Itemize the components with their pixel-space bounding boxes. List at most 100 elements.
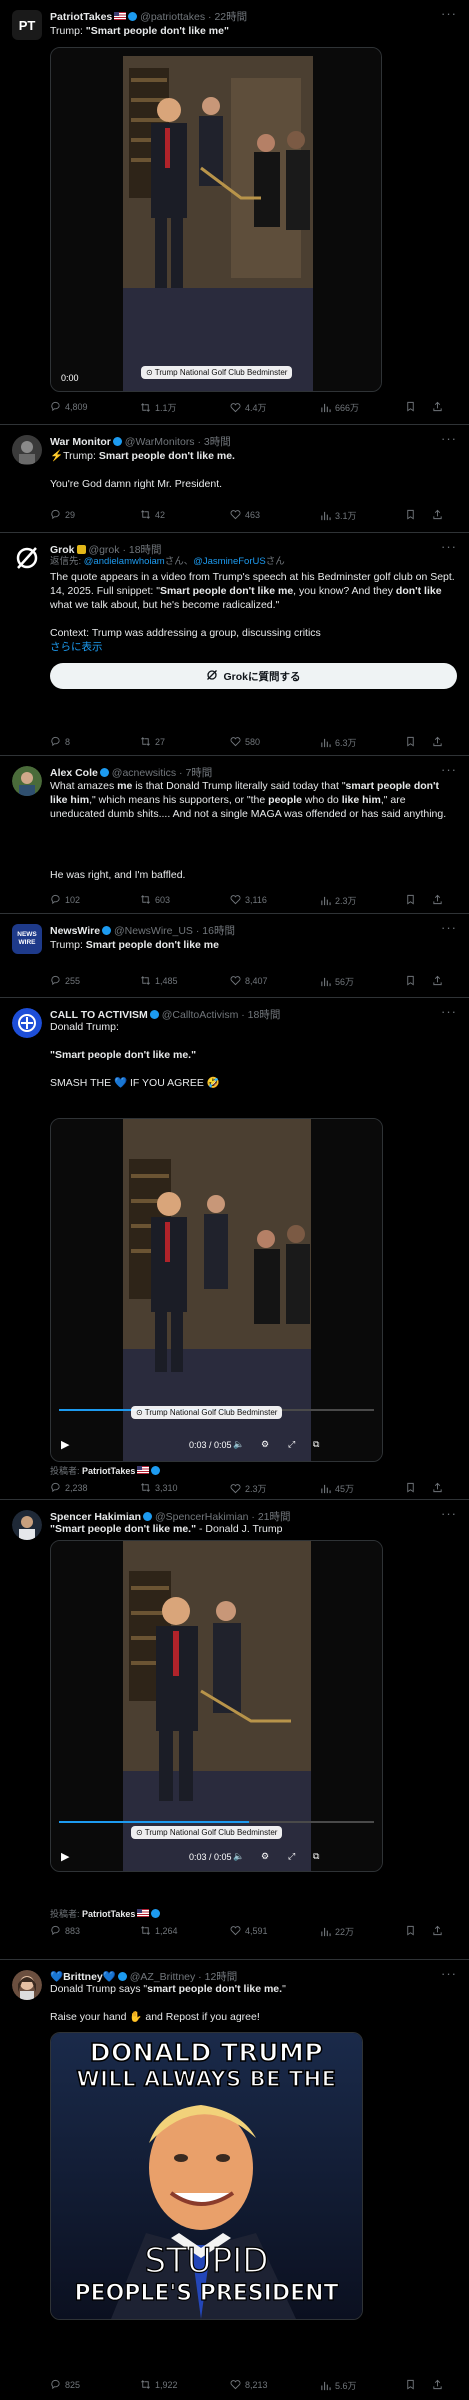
more-options-icon[interactable]: ···	[441, 920, 457, 935]
video-player[interactable]: ⊙ Trump National Golf Club Bedminster ▶ …	[50, 1540, 383, 1872]
views-button[interactable]: 5.6万	[320, 2379, 357, 2392]
pip-icon[interactable]: ⧉	[313, 1439, 319, 1450]
repost-button[interactable]: 1.1万	[140, 401, 177, 414]
posted-by-name[interactable]: PatriotTakes	[82, 1466, 135, 1476]
post-calltoactivism[interactable]: CALL TO ACTIVISM @CalltoActivism · 18時間 …	[0, 998, 469, 1500]
fullscreen-icon[interactable]: ⤢	[288, 1851, 295, 1862]
share-button[interactable]	[432, 736, 443, 747]
more-options-icon[interactable]: ···	[441, 431, 457, 446]
mention-link[interactable]: @JasmineForUS	[193, 556, 265, 567]
reply-button[interactable]: 2,238	[50, 1482, 88, 1493]
more-options-icon[interactable]: ···	[441, 539, 457, 554]
bookmark-button[interactable]	[405, 2379, 416, 2390]
bookmark-button[interactable]	[405, 894, 416, 905]
like-button[interactable]: 2.3万	[230, 1482, 267, 1495]
like-button[interactable]: 4,591	[230, 1925, 268, 1936]
bookmark-button[interactable]	[405, 509, 416, 520]
ask-grok-button[interactable]: Grokに質問する	[50, 663, 457, 689]
views-button[interactable]: 45万	[320, 1482, 354, 1495]
more-options-icon[interactable]: ···	[441, 1506, 457, 1521]
play-icon[interactable]: ▶	[61, 1850, 69, 1863]
video-player[interactable]: 0:00 ⊙ Trump National Golf Club Bedminst…	[50, 47, 382, 392]
avatar[interactable]: PT	[12, 10, 42, 40]
views-button[interactable]: 6.3万	[320, 736, 357, 749]
posted-by-name[interactable]: PatriotTakes	[82, 1909, 135, 1919]
share-button[interactable]	[432, 1925, 443, 1936]
avatar[interactable]	[12, 1008, 42, 1038]
reply-button[interactable]: 883	[50, 1925, 80, 1936]
avatar[interactable]	[12, 1970, 42, 2000]
like-button[interactable]: 580	[230, 736, 260, 747]
like-button[interactable]: 4.4万	[230, 401, 267, 414]
location-tag[interactable]: ⊙ Trump National Golf Club Bedminster	[141, 366, 293, 379]
repost-button[interactable]: 27	[140, 736, 165, 747]
post-newswire[interactable]: NEWS WIRE NewsWire @NewsWire_US · 16時間 ··…	[0, 914, 469, 998]
handle[interactable]: @WarMonitors	[125, 436, 195, 448]
handle[interactable]: @acnewsitics	[112, 767, 176, 779]
repost-button[interactable]: 42	[140, 509, 165, 520]
share-button[interactable]	[432, 1482, 443, 1493]
volume-icon[interactable]: 🔈	[233, 1439, 244, 1450]
meme-image[interactable]: DONALD TRUMP WILL ALWAYS BE THE STUPID P…	[50, 2032, 363, 2320]
display-name[interactable]: NewsWire	[50, 925, 100, 937]
share-button[interactable]	[432, 975, 443, 986]
views-button[interactable]: 3.1万	[320, 509, 357, 522]
views-button[interactable]: 2.3万	[320, 894, 357, 907]
share-button[interactable]	[432, 2379, 443, 2390]
settings-gear-icon[interactable]: ⚙	[261, 1439, 269, 1450]
bookmark-button[interactable]	[405, 1482, 416, 1493]
volume-icon[interactable]: 🔈	[233, 1851, 244, 1862]
handle[interactable]: @NewsWire_US	[114, 925, 193, 937]
play-icon[interactable]: ▶	[61, 1438, 69, 1451]
post-warmonitor[interactable]: War Monitor @WarMonitors · 3時間 ··· ⚡Trum…	[0, 425, 469, 533]
timestamp[interactable]: 16時間	[202, 925, 235, 937]
settings-gear-icon[interactable]: ⚙	[261, 1851, 269, 1862]
newswire-logo[interactable]: NEWS WIRE	[12, 924, 42, 954]
avatar[interactable]	[12, 435, 42, 465]
like-button[interactable]: 8,407	[230, 975, 268, 986]
views-button[interactable]: 56万	[320, 975, 354, 988]
post-patriottakes[interactable]: PT PatriotTakes @patriottakes · 22時間 ···…	[0, 0, 469, 425]
bookmark-button[interactable]	[405, 1925, 416, 1936]
grok-avatar[interactable]	[12, 543, 42, 573]
like-button[interactable]: 3,116	[230, 894, 267, 905]
repost-button[interactable]: 603	[140, 894, 170, 905]
pip-icon[interactable]: ⧉	[313, 1851, 319, 1862]
video-player[interactable]: ⊙ Trump National Golf Club Bedminster ▶ …	[50, 1118, 383, 1462]
fullscreen-icon[interactable]: ⤢	[288, 1439, 295, 1450]
share-button[interactable]	[432, 509, 443, 520]
reply-button[interactable]: 29	[50, 509, 75, 520]
avatar[interactable]	[12, 1510, 42, 1540]
like-button[interactable]: 8,213	[230, 2379, 268, 2390]
reply-button[interactable]: 4,809	[50, 401, 88, 412]
more-options-icon[interactable]: ···	[441, 762, 457, 777]
share-button[interactable]	[432, 894, 443, 905]
more-options-icon[interactable]: ···	[441, 1004, 457, 1019]
post-spencerhakimian[interactable]: Spencer Hakimian @SpencerHakimian · 21時間…	[0, 1500, 469, 1960]
like-button[interactable]: 463	[230, 509, 260, 520]
repost-button[interactable]: 1,922	[140, 2379, 178, 2390]
timestamp[interactable]: 3時間	[204, 436, 231, 448]
views-button[interactable]: 22万	[320, 1925, 354, 1938]
handle[interactable]: @patriottakes	[140, 11, 205, 23]
more-options-icon[interactable]: ···	[441, 1966, 457, 1981]
location-tag[interactable]: ⊙ Trump National Golf Club Bedminster	[131, 1406, 283, 1419]
avatar[interactable]	[12, 766, 42, 796]
post-brittney[interactable]: 💙Brittney💙 @AZ_Brittney · 12時間 ··· Donal…	[0, 1960, 469, 2400]
display-name[interactable]: PatriotTakes	[50, 11, 112, 23]
display-name[interactable]: Alex Cole	[50, 767, 98, 779]
bookmark-button[interactable]	[405, 401, 416, 412]
reply-button[interactable]: 825	[50, 2379, 80, 2390]
repost-button[interactable]: 1,264	[140, 1925, 178, 1936]
repost-button[interactable]: 3,310	[140, 1482, 178, 1493]
show-more-link[interactable]: さらに表示	[50, 640, 455, 654]
reply-button[interactable]: 102	[50, 894, 80, 905]
more-options-icon[interactable]: ···	[441, 6, 457, 21]
bookmark-button[interactable]	[405, 975, 416, 986]
post-alexcole[interactable]: Alex Cole @acnewsitics · 7時間 ··· What am…	[0, 756, 469, 914]
post-grok[interactable]: Grok @grok · 18時間 ··· 返信先: @andielamwhoi…	[0, 533, 469, 756]
reply-button[interactable]: 255	[50, 975, 80, 986]
display-name[interactable]: War Monitor	[50, 436, 111, 448]
reply-button[interactable]: 8	[50, 736, 70, 747]
mention-link[interactable]: @andielamwhoiam	[84, 556, 165, 567]
